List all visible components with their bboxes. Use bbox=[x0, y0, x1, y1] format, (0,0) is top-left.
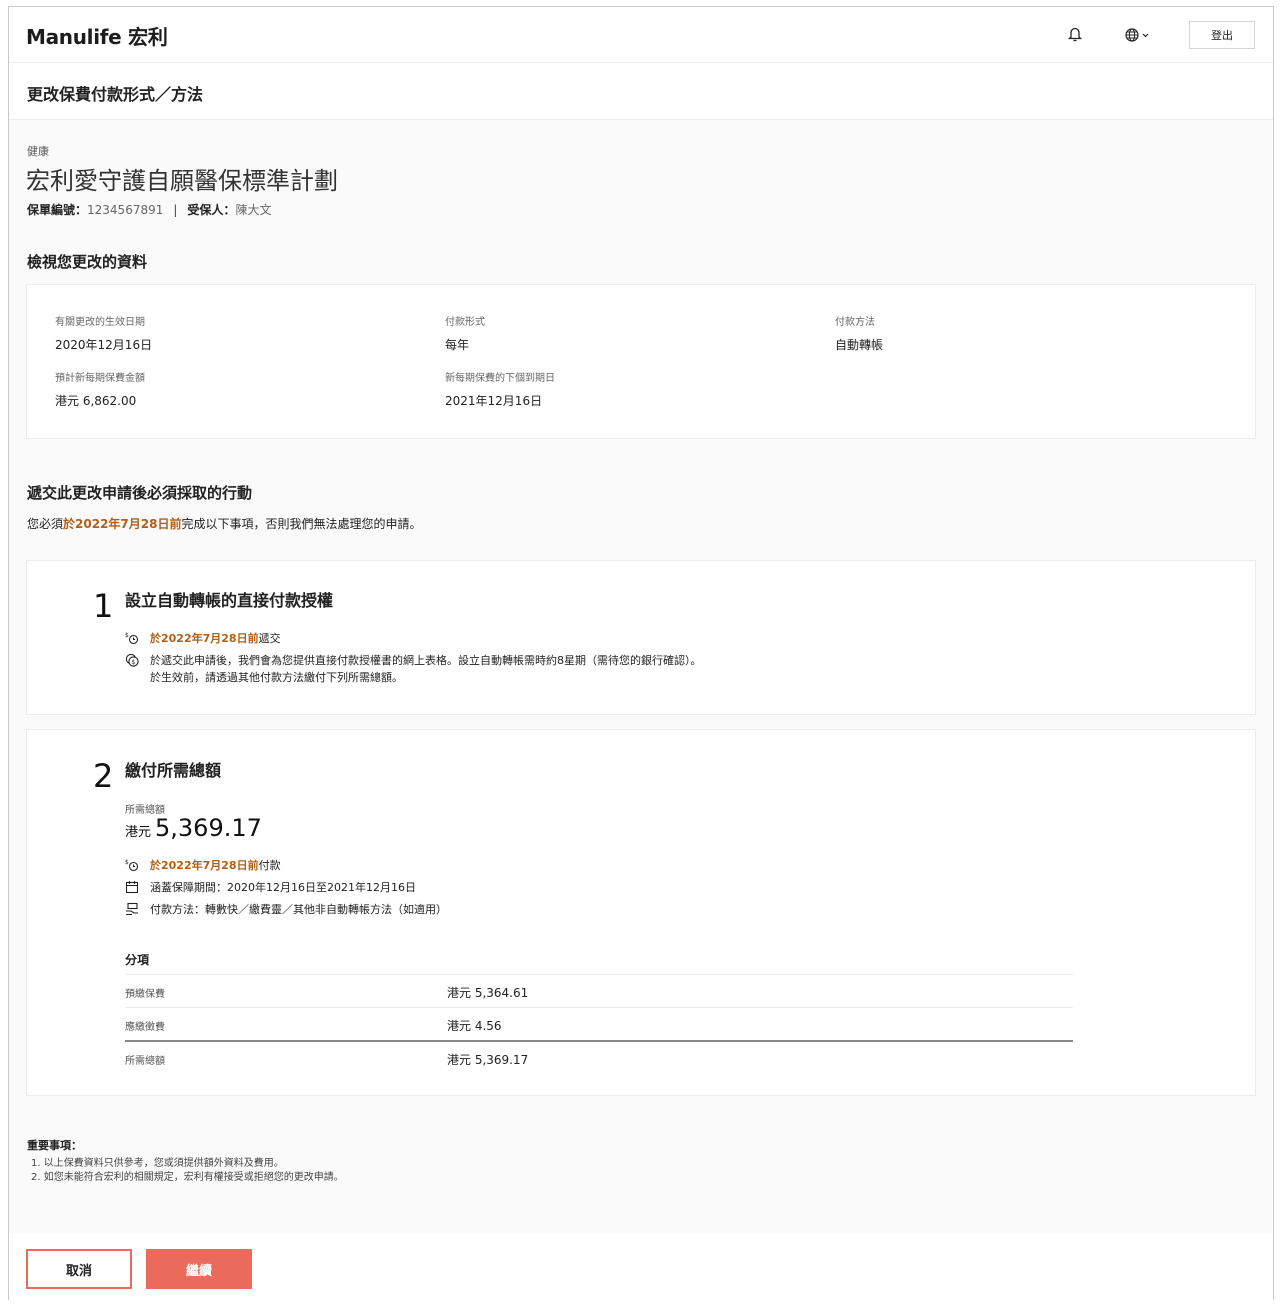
cancel-button[interactable]: 取消 bbox=[26, 1249, 132, 1289]
policy-category: 健康 bbox=[27, 145, 49, 158]
note-item: 1. 以上保費資料只供參考，您或須提供額外資料及費用。 bbox=[31, 1158, 284, 1169]
methods-row: 付款方法：轉數快／繳費靈／其他非自動轉帳方法（如適用） bbox=[125, 902, 447, 918]
top-header: Manulife 宏利 登出 bbox=[9, 7, 1273, 63]
step-title: 繳付所需總額 bbox=[125, 761, 222, 780]
breakdown-heading: 分項 bbox=[125, 953, 150, 967]
intro-prefix: 您必須 bbox=[27, 517, 64, 531]
step-1-deadline-suffix: 遞交 bbox=[258, 632, 281, 645]
page-title-bar: 更改保費付款形式／方法 bbox=[9, 63, 1273, 120]
step-number: 1 bbox=[93, 587, 114, 625]
plan-name: 宏利愛守護自願醫保標準計劃 bbox=[26, 167, 338, 195]
step-2-card: 2 繳付所需總額 所需總額 港元 5,369.17 $ 於2022年7月28日前付… bbox=[26, 729, 1256, 1096]
coverage-row: 涵蓋保障期間：2020年12月16日至2021年12月16日 bbox=[125, 880, 416, 896]
step-1-deadline: 於2022年7月28日前 bbox=[150, 632, 259, 645]
chevron-down-icon bbox=[1142, 33, 1149, 38]
notes-list: 1. 以上保費資料只供參考，您或須提供額外資料及費用。 2. 如您未能符合宏利的… bbox=[31, 1157, 344, 1185]
app-window: Manulife 宏利 登出 更改保費付款形式／方法 健康 宏利愛守護自願醫保標… bbox=[8, 6, 1274, 1301]
breakdown-row: 預繳保費 港元 5,364.61 bbox=[125, 974, 1073, 1007]
field-value: 2021年12月16日 bbox=[445, 394, 543, 408]
breakdown-value: 港元 4.56 bbox=[447, 1019, 502, 1033]
field-label: 有關更改的生效日期 bbox=[55, 317, 145, 328]
field-value: 港元 6,862.00 bbox=[55, 394, 137, 408]
step-1-deadline-row: $ 於2022年7月28日前遞交 bbox=[125, 631, 281, 647]
amount-currency: 港元 bbox=[125, 825, 152, 840]
amount-due: 港元 5,369.17 bbox=[125, 814, 262, 842]
breakdown-total-value: 港元 5,369.17 bbox=[447, 1053, 529, 1067]
payment-hand-icon bbox=[125, 902, 139, 916]
notification-bell-icon[interactable] bbox=[1067, 25, 1083, 43]
policy-number: 1234567891 bbox=[87, 203, 164, 217]
step-title: 設立自動轉帳的直接付款授權 bbox=[125, 591, 334, 610]
field-value: 自動轉帳 bbox=[835, 338, 884, 352]
footer-actions: 取消 繼續 bbox=[9, 1233, 1273, 1301]
policy-info-line: 保單編號：1234567891 | 受保人：陳大文 bbox=[27, 201, 271, 218]
review-heading: 檢視您更改的資料 bbox=[27, 253, 148, 271]
deadline-clock-icon: $ bbox=[125, 858, 139, 872]
globe-icon bbox=[1125, 28, 1149, 42]
intro-suffix: 完成以下事項，否則我們無法處理您的申請。 bbox=[181, 517, 422, 531]
step-number: 2 bbox=[93, 757, 114, 795]
info-separator: | bbox=[173, 203, 178, 217]
review-field-new-premium: 預計新每期保費金額 港元 6,862.00 bbox=[55, 369, 145, 409]
field-label: 付款方法 bbox=[835, 317, 875, 328]
manulife-logo[interactable]: Manulife 宏利 bbox=[26, 21, 168, 50]
step-2-deadline: 於2022年7月28日前 bbox=[150, 859, 259, 872]
svg-text:$: $ bbox=[131, 659, 135, 666]
step-2-deadline-row: $ 於2022年7月28日前付款 bbox=[125, 858, 281, 874]
note-item: 2. 如您未能符合宏利的相關規定，宏利有權接受或拒絕您的更改申請。 bbox=[31, 1172, 344, 1183]
step-1-card: 1 設立自動轉帳的直接付款授權 $ 於2022年7月28日前遞交 $ 於遞交此申… bbox=[26, 560, 1256, 715]
breakdown-value: 港元 5,364.61 bbox=[447, 986, 529, 1000]
field-label: 新每期保費的下個到期日 bbox=[445, 373, 555, 384]
step-2-deadline-suffix: 付款 bbox=[258, 859, 281, 872]
language-selector[interactable] bbox=[1123, 26, 1153, 44]
field-value: 2020年12月16日 bbox=[55, 338, 153, 352]
coverage-period: 涵蓋保障期間：2020年12月16日至2021年12月16日 bbox=[150, 881, 416, 894]
breakdown-label: 應繳徵費 bbox=[125, 1022, 165, 1033]
page-title: 更改保費付款形式／方法 bbox=[27, 85, 204, 104]
step-1-info-line-2: 於生效前，請透過其他付款方法繳付下列所需總額。 bbox=[150, 671, 403, 684]
review-field-payment-mode: 付款形式 每年 bbox=[445, 313, 485, 353]
actions-intro: 您必須於2022年7月28日前完成以下事項，否則我們無法處理您的申請。 bbox=[27, 515, 421, 532]
breakdown-total-label: 所需總額 bbox=[125, 1056, 165, 1067]
insured-label: 受保人： bbox=[187, 203, 236, 217]
step-1-info-line-1: 於遞交此申請後，我們會為您提供直接付款授權書的網上表格。設立自動轉帳需時約8星期… bbox=[150, 654, 702, 667]
breakdown-table: 預繳保費 港元 5,364.61 應繳徵費 港元 4.56 所需總額 港元 5,… bbox=[125, 974, 1073, 1073]
review-field-next-due-date: 新每期保費的下個到期日 2021年12月16日 bbox=[445, 369, 555, 409]
policy-number-label: 保單編號： bbox=[27, 203, 88, 217]
breakdown-total-row: 所需總額 港元 5,369.17 bbox=[125, 1040, 1073, 1073]
payment-methods: 付款方法：轉數快／繳費靈／其他非自動轉帳方法（如適用） bbox=[150, 903, 447, 916]
intro-deadline: 於2022年7月28日前 bbox=[63, 517, 182, 531]
deadline-clock-icon: $ bbox=[125, 631, 139, 645]
svg-text:$: $ bbox=[125, 632, 129, 639]
review-card: 有關更改的生效日期 2020年12月16日 付款形式 每年 付款方法 自動轉帳 … bbox=[26, 284, 1256, 439]
logout-button[interactable]: 登出 bbox=[1189, 21, 1255, 49]
review-field-effective-date: 有關更改的生效日期 2020年12月16日 bbox=[55, 313, 152, 353]
continue-button[interactable]: 繼續 bbox=[146, 1249, 252, 1289]
coins-icon: $ bbox=[125, 653, 139, 667]
field-label: 預計新每期保費金額 bbox=[55, 373, 145, 384]
breakdown-label: 預繳保費 bbox=[125, 989, 165, 1000]
breakdown-row: 應繳徵費 港元 4.56 bbox=[125, 1007, 1073, 1040]
svg-text:$: $ bbox=[125, 859, 129, 866]
insured-name: 陳大文 bbox=[235, 203, 272, 217]
field-value: 每年 bbox=[445, 338, 470, 352]
review-field-payment-method: 付款方法 自動轉帳 bbox=[835, 313, 883, 353]
calendar-icon bbox=[125, 880, 139, 894]
notes-heading: 重要事項： bbox=[27, 1139, 82, 1152]
main-content: 健康 宏利愛守護自願醫保標準計劃 保單編號：1234567891 | 受保人：陳大文… bbox=[9, 121, 1273, 1233]
amount-value: 5,369.17 bbox=[155, 814, 262, 842]
field-label: 付款形式 bbox=[445, 317, 485, 328]
actions-heading: 遞交此更改申請後必須採取的行動 bbox=[27, 484, 253, 502]
step-1-info-row: $ 於遞交此申請後，我們會為您提供直接付款授權書的網上表格。設立自動轉帳需時約8… bbox=[125, 653, 702, 686]
